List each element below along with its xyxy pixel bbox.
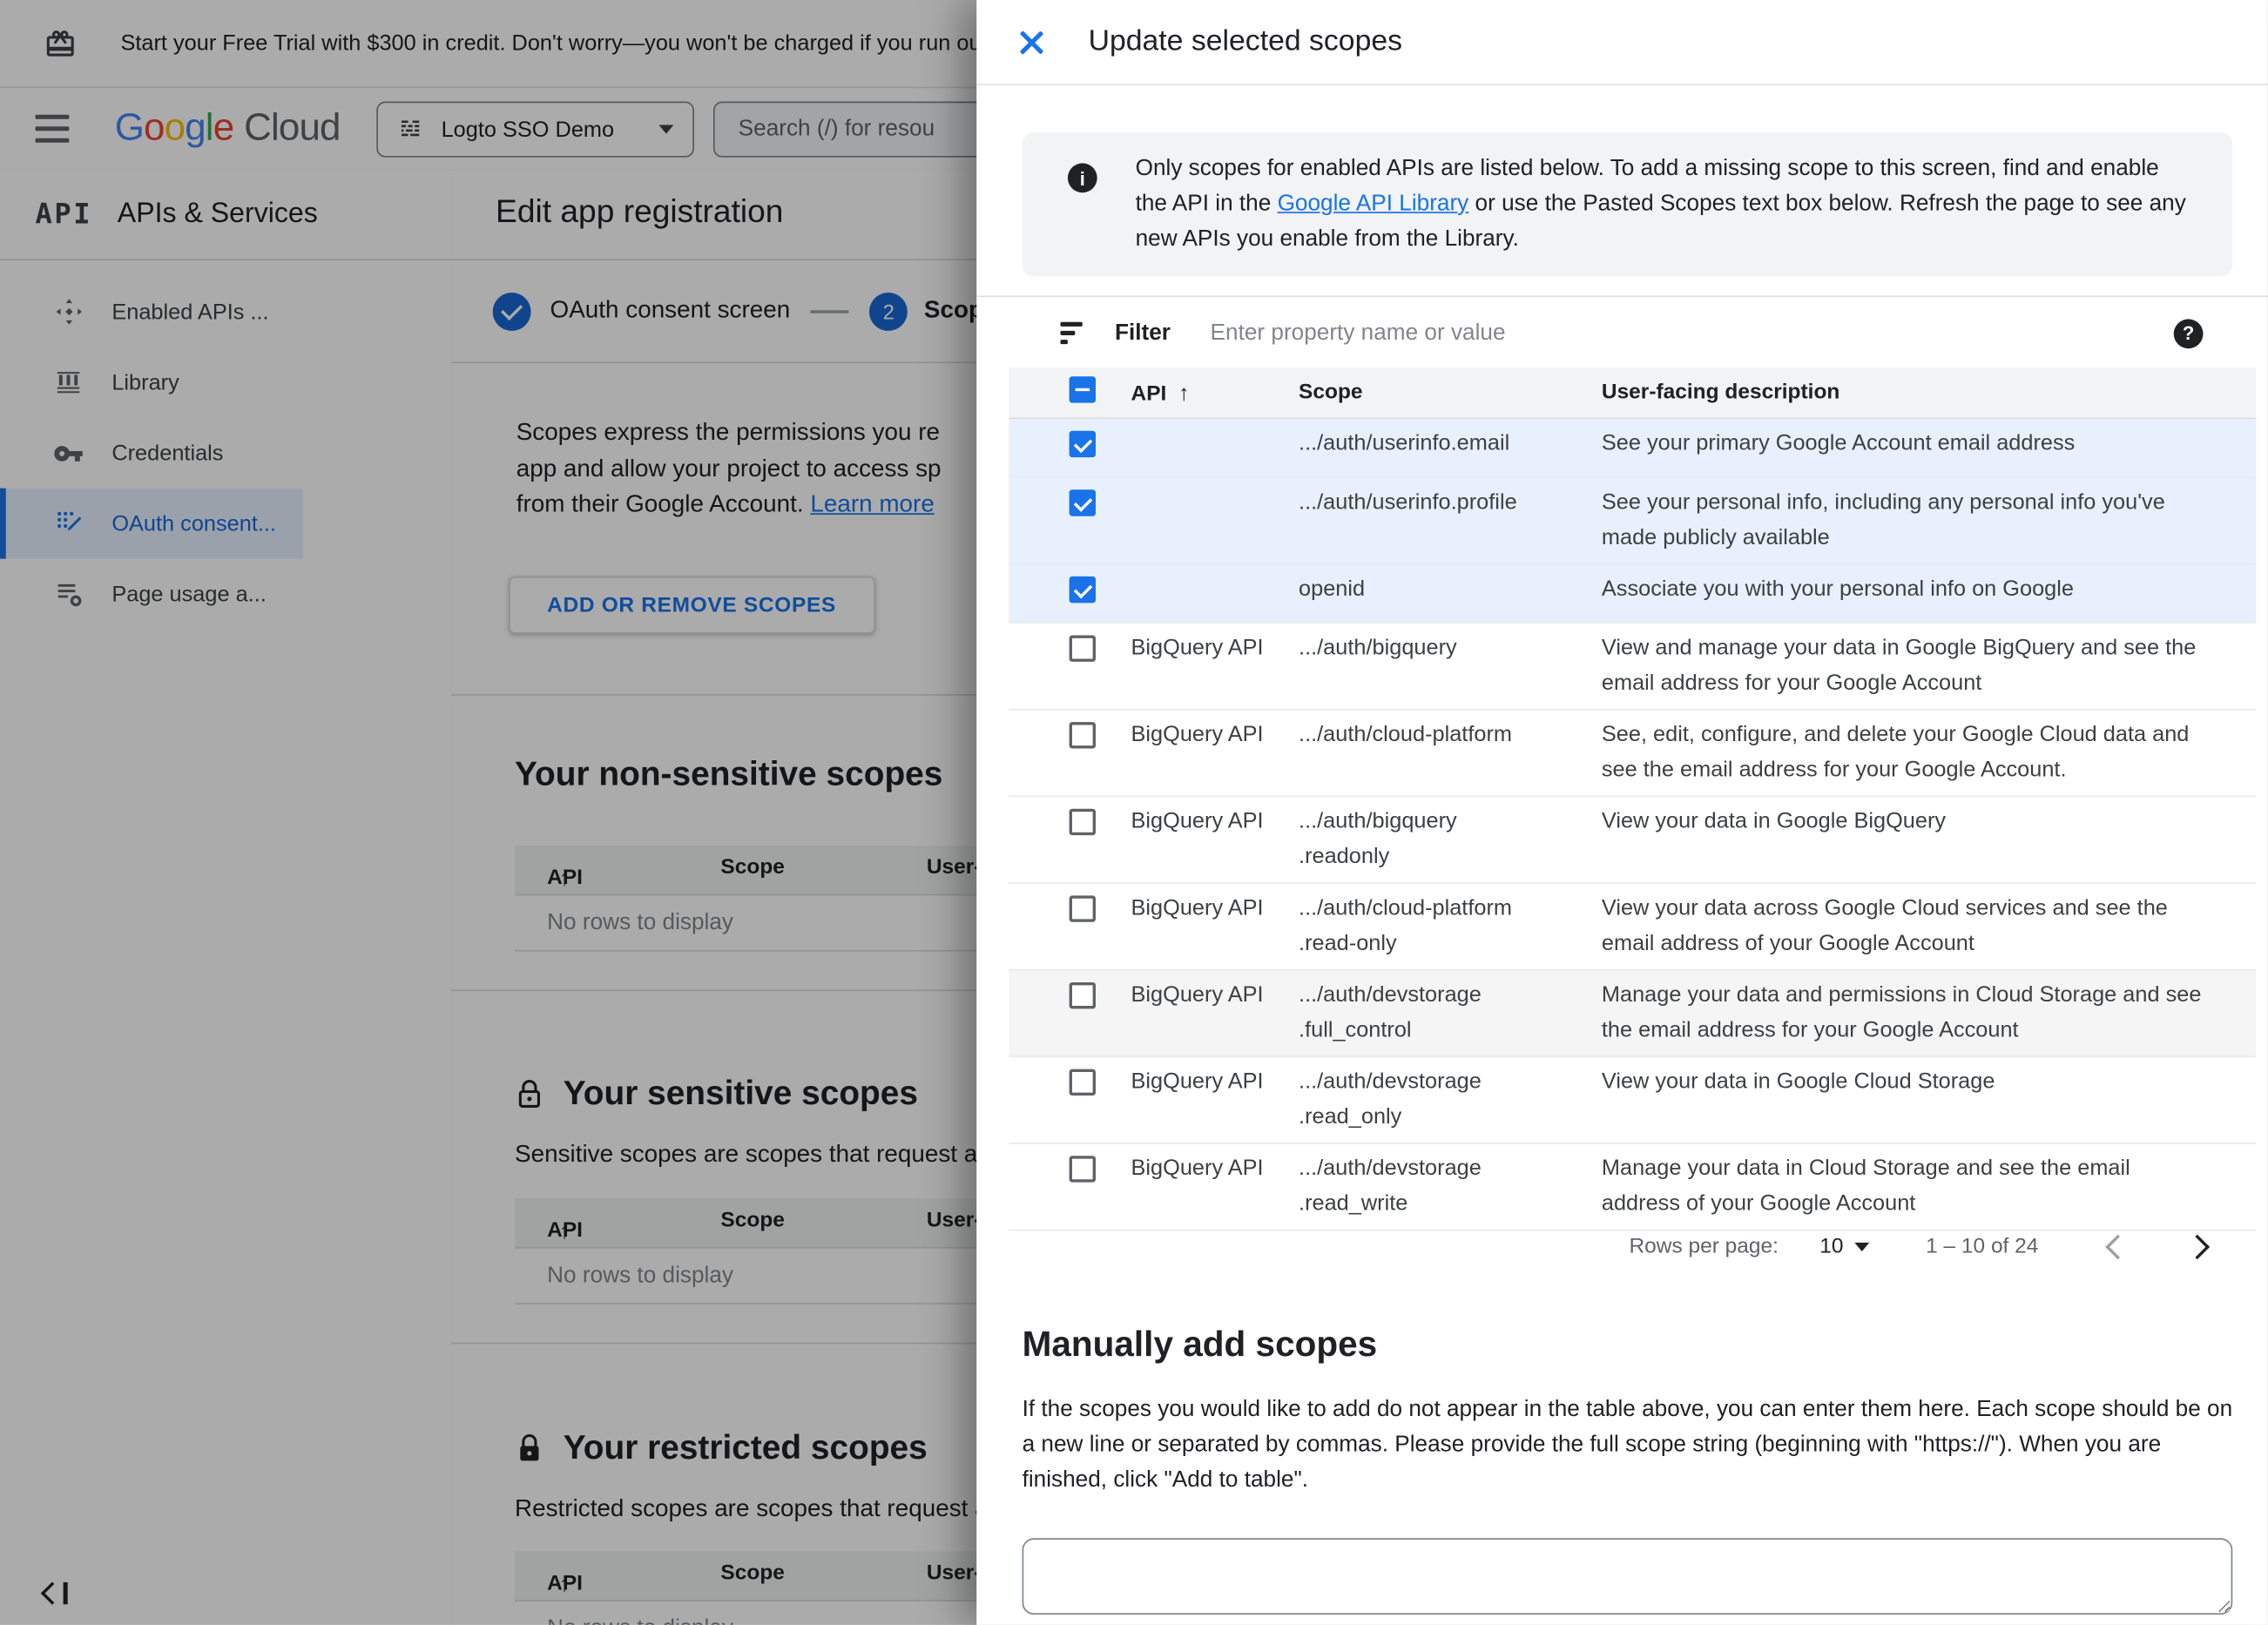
rows-per-page-select[interactable]: 10 bbox=[1819, 1235, 1870, 1258]
api-cell: BigQuery API bbox=[1131, 895, 1264, 921]
scope-row: .../auth/userinfo.email See your primary … bbox=[1009, 419, 2257, 478]
description-cell: View your data across Google Cloud servi… bbox=[1601, 895, 2168, 956]
scope-cell: .../auth/cloud-platform bbox=[1299, 722, 1513, 747]
description-cell: View your data in Google BigQuery bbox=[1601, 808, 1947, 834]
row-checkbox[interactable] bbox=[1069, 1156, 1097, 1183]
checkbox-cell bbox=[1009, 1151, 1131, 1194]
manual-scopes-textarea[interactable] bbox=[1022, 1538, 2233, 1615]
scopes-table: API ↑ Scope User-facing description .../a… bbox=[1009, 367, 2257, 1231]
column-scope[interactable]: Scope bbox=[1299, 381, 1602, 404]
checkbox-cell bbox=[1009, 572, 1131, 615]
description-cell: Manage your data in Cloud Storage and se… bbox=[1601, 1156, 2130, 1217]
description-cell: See, edit, configure, and delete your Go… bbox=[1601, 722, 2190, 783]
description-cell: See your primary Google Account email ad… bbox=[1601, 430, 2076, 456]
checkbox-cell bbox=[1009, 485, 1131, 528]
pagination-range: 1 – 10 of 24 bbox=[1926, 1235, 2039, 1259]
checkbox-cell bbox=[1009, 978, 1131, 1021]
manually-add-scopes-desc: If the scopes you would like to add do n… bbox=[1022, 1397, 2233, 1493]
column-description[interactable]: User-facing description bbox=[1602, 381, 2234, 404]
api-cell: BigQuery API bbox=[1131, 981, 1264, 1008]
row-checkbox[interactable] bbox=[1069, 489, 1097, 516]
description-cell: View and manage your data in Google BigQ… bbox=[1601, 635, 2197, 696]
chevron-down-icon bbox=[1855, 1242, 1870, 1251]
api-cell: BigQuery API bbox=[1131, 722, 1264, 747]
row-checkbox[interactable] bbox=[1069, 722, 1097, 749]
api-cell: BigQuery API bbox=[1131, 1069, 1264, 1095]
row-checkbox[interactable] bbox=[1069, 895, 1097, 922]
scope-row: .../auth/userinfo.profile See your person… bbox=[1009, 477, 2257, 565]
update-scopes-panel: Update selected scopes i Only scopes for… bbox=[976, 0, 2268, 1625]
description-cell: See your personal info, including any pe… bbox=[1601, 489, 2165, 550]
pagination: Rows per page: 10 1 – 10 of 24 bbox=[1629, 1215, 2267, 1279]
description-cell: Manage your data and permissions in Clou… bbox=[1601, 981, 2202, 1043]
help-icon[interactable]: ? bbox=[2173, 318, 2204, 348]
row-checkbox[interactable] bbox=[1069, 1069, 1097, 1096]
close-icon[interactable] bbox=[1016, 27, 1046, 57]
scope-cell: .../auth/devstorage .read_only bbox=[1299, 1069, 1482, 1129]
scope-cell: openid bbox=[1299, 576, 1366, 602]
checkbox-cell bbox=[1009, 427, 1131, 469]
row-checkbox[interactable] bbox=[1069, 635, 1097, 662]
checkbox-cell bbox=[1009, 805, 1131, 847]
scope-cell: .../auth/bigquery bbox=[1299, 635, 1457, 661]
checkbox-cell bbox=[1009, 891, 1131, 934]
scope-cell: .../auth/devstorage .read_write bbox=[1299, 1156, 1482, 1217]
checkbox-cell bbox=[1009, 1065, 1131, 1108]
row-checkbox[interactable] bbox=[1069, 808, 1097, 836]
scope-cell: .../auth/userinfo.profile bbox=[1299, 489, 1517, 516]
scope-cell: .../auth/userinfo.email bbox=[1299, 430, 1510, 456]
column-api[interactable]: API ↑ bbox=[1131, 381, 1299, 406]
google-api-library-link[interactable]: Google API Library bbox=[1278, 192, 1469, 217]
scope-row: BigQuery API .../auth/bigquery View and ma… bbox=[1009, 624, 2257, 711]
api-cell: BigQuery API bbox=[1131, 1156, 1264, 1181]
checkbox-cell bbox=[1009, 630, 1131, 673]
info-text: Only scopes for enabled APIs are listed … bbox=[1136, 152, 2191, 258]
filter-input[interactable]: Enter property name or value bbox=[1211, 320, 2174, 346]
panel-header: Update selected scopes bbox=[976, 0, 2268, 85]
scope-row: BigQuery API .../auth/cloud-platform See, … bbox=[1009, 711, 2257, 798]
row-checkbox[interactable] bbox=[1069, 981, 1097, 1009]
checkbox-cell bbox=[1009, 718, 1131, 760]
description-cell: View your data in Google Cloud Storage bbox=[1601, 1069, 1995, 1095]
scope-cell: .../auth/devstorage .full_control bbox=[1299, 981, 1482, 1043]
scope-row: BigQuery API .../auth/cloud-platform .read… bbox=[1009, 884, 2257, 971]
scopes-table-body: .../auth/userinfo.email See your primary … bbox=[1009, 419, 2257, 1231]
description-cell: Associate you with your personal info on… bbox=[1601, 576, 2074, 602]
filter-label: Filter bbox=[1114, 320, 1171, 345]
gcp-console: Start your Free Trial with $300 in credi… bbox=[0, 0, 2268, 1625]
filter-icon bbox=[1060, 322, 1083, 344]
scope-row: openid Associate you with your personal i… bbox=[1009, 564, 2257, 624]
scope-cell: .../auth/cloud-platform .read-only bbox=[1299, 895, 1513, 956]
filter-bar: Filter Enter property name or value ? bbox=[976, 295, 2268, 368]
chevron-right-icon[interactable] bbox=[2184, 1234, 2211, 1260]
select-all-checkbox[interactable] bbox=[1069, 376, 1097, 403]
info-banner: i Only scopes for enabled APIs are liste… bbox=[1022, 131, 2233, 277]
info-icon: i bbox=[1067, 163, 1097, 193]
scopes-table-header: API ↑ Scope User-facing description bbox=[1009, 367, 2257, 420]
rows-per-page-label: Rows per page: bbox=[1629, 1235, 1779, 1259]
row-checkbox[interactable] bbox=[1069, 430, 1097, 458]
row-checkbox[interactable] bbox=[1069, 576, 1097, 603]
api-cell: BigQuery API bbox=[1131, 808, 1264, 834]
sort-arrow-icon: ↑ bbox=[1178, 380, 1190, 406]
scope-row: BigQuery API .../auth/devstorage .read_onl… bbox=[1009, 1057, 2257, 1144]
scope-row: BigQuery API .../auth/bigquery .readonly Vi… bbox=[1009, 797, 2257, 884]
api-cell: BigQuery API bbox=[1131, 635, 1264, 661]
panel-title: Update selected scopes bbox=[1088, 24, 1403, 57]
scope-cell: .../auth/bigquery .readonly bbox=[1299, 808, 1457, 869]
chevron-left-icon[interactable] bbox=[2105, 1234, 2130, 1260]
manually-add-scopes-title: Manually add scopes bbox=[1022, 1325, 1378, 1365]
scope-row: BigQuery API .../auth/devstorage .full_con… bbox=[1009, 970, 2257, 1058]
